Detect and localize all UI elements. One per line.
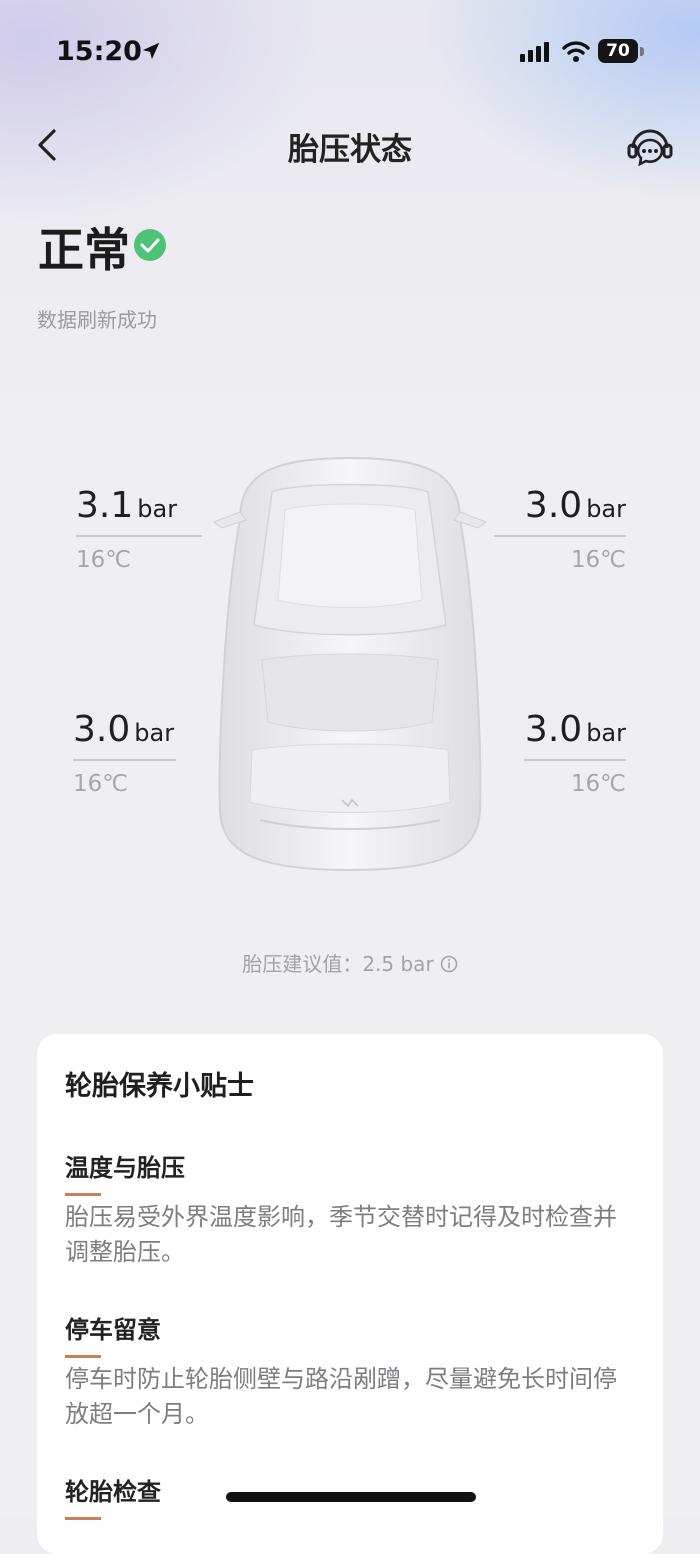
tip-accent-bar bbox=[65, 1355, 101, 1358]
signal-icon bbox=[520, 42, 549, 62]
tire-front-left: 3.1 bar 16℃ bbox=[76, 486, 202, 573]
tire-status-text: 正常 bbox=[38, 223, 130, 277]
tire-pressure-unit: bar bbox=[137, 495, 178, 523]
tire-temperature: 16℃ bbox=[73, 771, 129, 797]
check-circle-icon bbox=[134, 229, 166, 261]
tire-pressure-value: 3.0 bbox=[524, 485, 583, 526]
wifi-icon bbox=[562, 41, 590, 62]
battery-indicator: 70 bbox=[598, 39, 638, 63]
tire-pressure-value: 3.0 bbox=[524, 709, 583, 750]
refresh-status: 数据刷新成功 bbox=[37, 308, 157, 332]
tip-item: 停车留意 停车时防止轮胎侧壁与路沿剐蹭，尽量避免长时间停放超一个月。 bbox=[65, 1310, 635, 1432]
location-arrow-icon bbox=[142, 42, 160, 60]
home-indicator[interactable] bbox=[226, 1492, 476, 1502]
tire-temperature: 16℃ bbox=[570, 771, 626, 797]
tire-pressure-unit: bar bbox=[586, 719, 626, 747]
tire-pressure-value: 3.1 bbox=[76, 485, 134, 526]
divider bbox=[73, 759, 176, 761]
customer-service-icon[interactable] bbox=[626, 124, 674, 168]
tip-body: 停车时防止轮胎侧壁与路沿剐蹭，尽量避免长时间停放超一个月。 bbox=[65, 1365, 617, 1428]
tips-card: 轮胎保养小贴士 温度与胎压 胎压易受外界温度影响，季节交替时记得及时检查并调整胎… bbox=[37, 1034, 663, 1554]
tire-pressure-value: 3.0 bbox=[73, 709, 131, 750]
divider bbox=[494, 535, 626, 537]
tire-temperature: 16℃ bbox=[570, 547, 626, 573]
recommended-pressure: 胎压建议值：2.5 bar bbox=[0, 948, 700, 977]
divider bbox=[524, 759, 626, 761]
tire-front-right: 3.0 bar 16℃ bbox=[494, 486, 626, 573]
battery-tip bbox=[640, 47, 644, 56]
tip-body: 胎压易受外界温度影响，季节交替时记得及时检查并调整胎压。 bbox=[65, 1203, 617, 1266]
tips-card-title: 轮胎保养小贴士 bbox=[65, 1071, 254, 1102]
page-title: 胎压状态 bbox=[288, 132, 412, 168]
divider bbox=[76, 535, 202, 537]
tip-accent-bar bbox=[65, 1517, 101, 1520]
tire-pressure-unit: bar bbox=[586, 495, 626, 523]
tip-item: 温度与胎压 胎压易受外界温度影响，季节交替时记得及时检查并调整胎压。 bbox=[65, 1148, 635, 1270]
status-time: 15:20 bbox=[56, 36, 142, 67]
car-top-view-image bbox=[212, 456, 488, 872]
recommended-pressure-text: 胎压建议值：2.5 bar bbox=[242, 952, 434, 976]
tire-rear-right: 3.0 bar 16℃ bbox=[524, 710, 626, 797]
tip-heading: 停车留意 bbox=[65, 1316, 161, 1344]
status-bar: 15:20 70 bbox=[0, 36, 700, 70]
tire-temperature: 16℃ bbox=[76, 547, 132, 573]
tire-pressure-unit: bar bbox=[134, 719, 175, 747]
tip-heading: 温度与胎压 bbox=[65, 1154, 185, 1182]
info-icon[interactable] bbox=[440, 955, 458, 973]
tip-accent-bar bbox=[65, 1193, 101, 1196]
tire-rear-left: 3.0 bar 16℃ bbox=[73, 710, 176, 797]
